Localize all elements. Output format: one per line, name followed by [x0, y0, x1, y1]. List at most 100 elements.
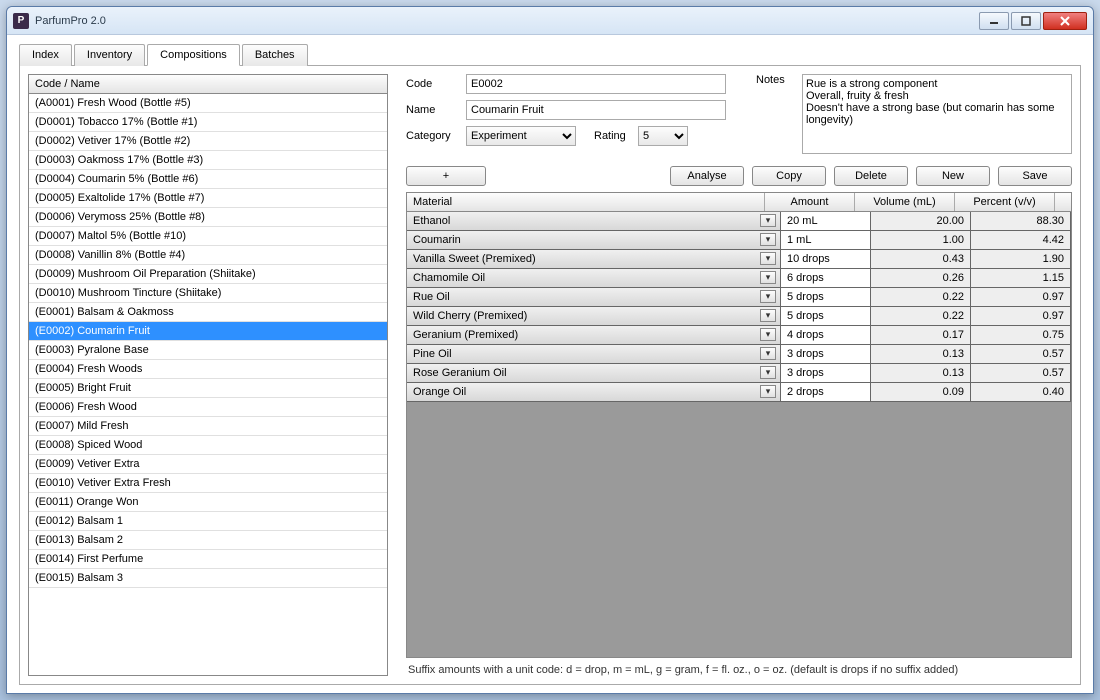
save-button[interactable]: Save [998, 166, 1072, 186]
list-item[interactable]: (E0002) Coumarin Fruit [29, 322, 387, 341]
percent-cell: 0.97 [971, 288, 1071, 306]
list-item[interactable]: (E0005) Bright Fruit [29, 379, 387, 398]
list-item[interactable]: (D0001) Tobacco 17% (Bottle #1) [29, 113, 387, 132]
amount-cell[interactable]: 1 mL [781, 231, 871, 249]
volume-cell: 0.13 [871, 364, 971, 382]
amount-cell[interactable]: 20 mL [781, 212, 871, 230]
code-input[interactable] [466, 74, 726, 94]
maximize-button[interactable] [1011, 12, 1041, 30]
list-item[interactable]: (A0001) Fresh Wood (Bottle #5) [29, 94, 387, 113]
composition-list[interactable]: (A0001) Fresh Wood (Bottle #5)(D0001) To… [28, 94, 388, 676]
notes-label: Notes [756, 74, 794, 154]
amount-cell[interactable]: 2 drops [781, 383, 871, 401]
volume-cell: 20.00 [871, 212, 971, 230]
add-row-button[interactable]: + [406, 166, 486, 186]
amount-cell[interactable]: 10 drops [781, 250, 871, 268]
material-cell[interactable]: Geranium (Premixed) [407, 326, 781, 344]
material-cell[interactable]: Orange Oil [407, 383, 781, 401]
close-button[interactable] [1043, 12, 1087, 30]
list-item[interactable]: (E0008) Spiced Wood [29, 436, 387, 455]
tab-index[interactable]: Index [19, 44, 72, 66]
list-item[interactable]: (D0008) Vanillin 8% (Bottle #4) [29, 246, 387, 265]
list-item[interactable]: (D0007) Maltol 5% (Bottle #10) [29, 227, 387, 246]
copy-button[interactable]: Copy [752, 166, 826, 186]
grid-row: Rose Geranium Oil3 drops0.130.57 [407, 364, 1071, 383]
list-item[interactable]: (E0015) Balsam 3 [29, 569, 387, 588]
list-item[interactable]: (D0010) Mushroom Tincture (Shiitake) [29, 284, 387, 303]
amount-cell[interactable]: 3 drops [781, 364, 871, 382]
percent-cell: 0.97 [971, 307, 1071, 325]
list-header[interactable]: Code / Name [28, 74, 388, 94]
composition-list-pane: Code / Name (A0001) Fresh Wood (Bottle #… [28, 74, 388, 676]
material-cell[interactable]: Vanilla Sweet (Premixed) [407, 250, 781, 268]
volume-cell: 1.00 [871, 231, 971, 249]
material-cell[interactable]: Rose Geranium Oil [407, 364, 781, 382]
percent-cell: 0.40 [971, 383, 1071, 401]
tab-batches[interactable]: Batches [242, 44, 308, 66]
list-item[interactable]: (D0003) Oakmoss 17% (Bottle #3) [29, 151, 387, 170]
col-material[interactable]: Material [407, 193, 765, 211]
material-cell[interactable]: Chamomile Oil [407, 269, 781, 287]
list-item[interactable]: (E0003) Pyralone Base [29, 341, 387, 360]
notes-textarea[interactable] [802, 74, 1072, 154]
list-item[interactable]: (E0013) Balsam 2 [29, 531, 387, 550]
percent-cell: 0.57 [971, 345, 1071, 363]
name-input[interactable] [466, 100, 726, 120]
titlebar: P ParfumPro 2.0 [7, 7, 1093, 35]
ingredients-grid: Material Amount Volume (mL) Percent (v/v… [406, 192, 1072, 658]
amount-cell[interactable]: 4 drops [781, 326, 871, 344]
tab-compositions[interactable]: Compositions [147, 44, 240, 66]
list-item[interactable]: (E0012) Balsam 1 [29, 512, 387, 531]
amount-cell[interactable]: 5 drops [781, 288, 871, 306]
list-item[interactable]: (D0009) Mushroom Oil Preparation (Shiita… [29, 265, 387, 284]
list-item[interactable]: (E0007) Mild Fresh [29, 417, 387, 436]
list-item[interactable]: (D0005) Exaltolide 17% (Bottle #7) [29, 189, 387, 208]
list-item[interactable]: (D0006) Verymoss 25% (Bottle #8) [29, 208, 387, 227]
detail-pane: Code Name Category Experiment Rating 5 [406, 74, 1072, 676]
material-cell[interactable]: Wild Cherry (Premixed) [407, 307, 781, 325]
grid-row: Pine Oil3 drops0.130.57 [407, 345, 1071, 364]
grid-row: Rue Oil5 drops0.220.97 [407, 288, 1071, 307]
new-button[interactable]: New [916, 166, 990, 186]
content-area: IndexInventoryCompositionsBatches Code /… [7, 35, 1093, 693]
percent-cell: 0.57 [971, 364, 1071, 382]
list-item[interactable]: (E0006) Fresh Wood [29, 398, 387, 417]
list-item[interactable]: (D0002) Vetiver 17% (Bottle #2) [29, 132, 387, 151]
analyse-button[interactable]: Analyse [670, 166, 744, 186]
volume-cell: 0.22 [871, 288, 971, 306]
grid-row: Ethanol20 mL20.0088.30 [407, 212, 1071, 231]
list-item[interactable]: (E0010) Vetiver Extra Fresh [29, 474, 387, 493]
col-volume[interactable]: Volume (mL) [855, 193, 955, 211]
grid-row: Wild Cherry (Premixed)5 drops0.220.97 [407, 307, 1071, 326]
list-item[interactable]: (E0009) Vetiver Extra [29, 455, 387, 474]
material-cell[interactable]: Ethanol [407, 212, 781, 230]
tab-body: Code / Name (A0001) Fresh Wood (Bottle #… [19, 66, 1081, 685]
material-cell[interactable]: Coumarin [407, 231, 781, 249]
rating-select[interactable]: 5 [638, 126, 688, 146]
col-amount[interactable]: Amount [765, 193, 855, 211]
category-select[interactable]: Experiment [466, 126, 576, 146]
percent-cell: 1.90 [971, 250, 1071, 268]
col-percent[interactable]: Percent (v/v) [955, 193, 1055, 211]
delete-button[interactable]: Delete [834, 166, 908, 186]
code-label: Code [406, 78, 466, 90]
amount-cell[interactable]: 3 drops [781, 345, 871, 363]
grid-row: Orange Oil2 drops0.090.40 [407, 383, 1071, 402]
volume-cell: 0.09 [871, 383, 971, 401]
list-item[interactable]: (E0011) Orange Won [29, 493, 387, 512]
volume-cell: 0.22 [871, 307, 971, 325]
list-item[interactable]: (E0001) Balsam & Oakmoss [29, 303, 387, 322]
volume-cell: 0.43 [871, 250, 971, 268]
list-item[interactable]: (E0004) Fresh Woods [29, 360, 387, 379]
amount-cell[interactable]: 5 drops [781, 307, 871, 325]
window-title: ParfumPro 2.0 [35, 15, 979, 27]
list-item[interactable]: (D0004) Coumarin 5% (Bottle #6) [29, 170, 387, 189]
material-cell[interactable]: Pine Oil [407, 345, 781, 363]
amount-cell[interactable]: 6 drops [781, 269, 871, 287]
tab-inventory[interactable]: Inventory [74, 44, 145, 66]
material-cell[interactable]: Rue Oil [407, 288, 781, 306]
minimize-button[interactable] [979, 12, 1009, 30]
grid-row: Chamomile Oil6 drops0.261.15 [407, 269, 1071, 288]
app-icon: P [13, 13, 29, 29]
list-item[interactable]: (E0014) First Perfume [29, 550, 387, 569]
